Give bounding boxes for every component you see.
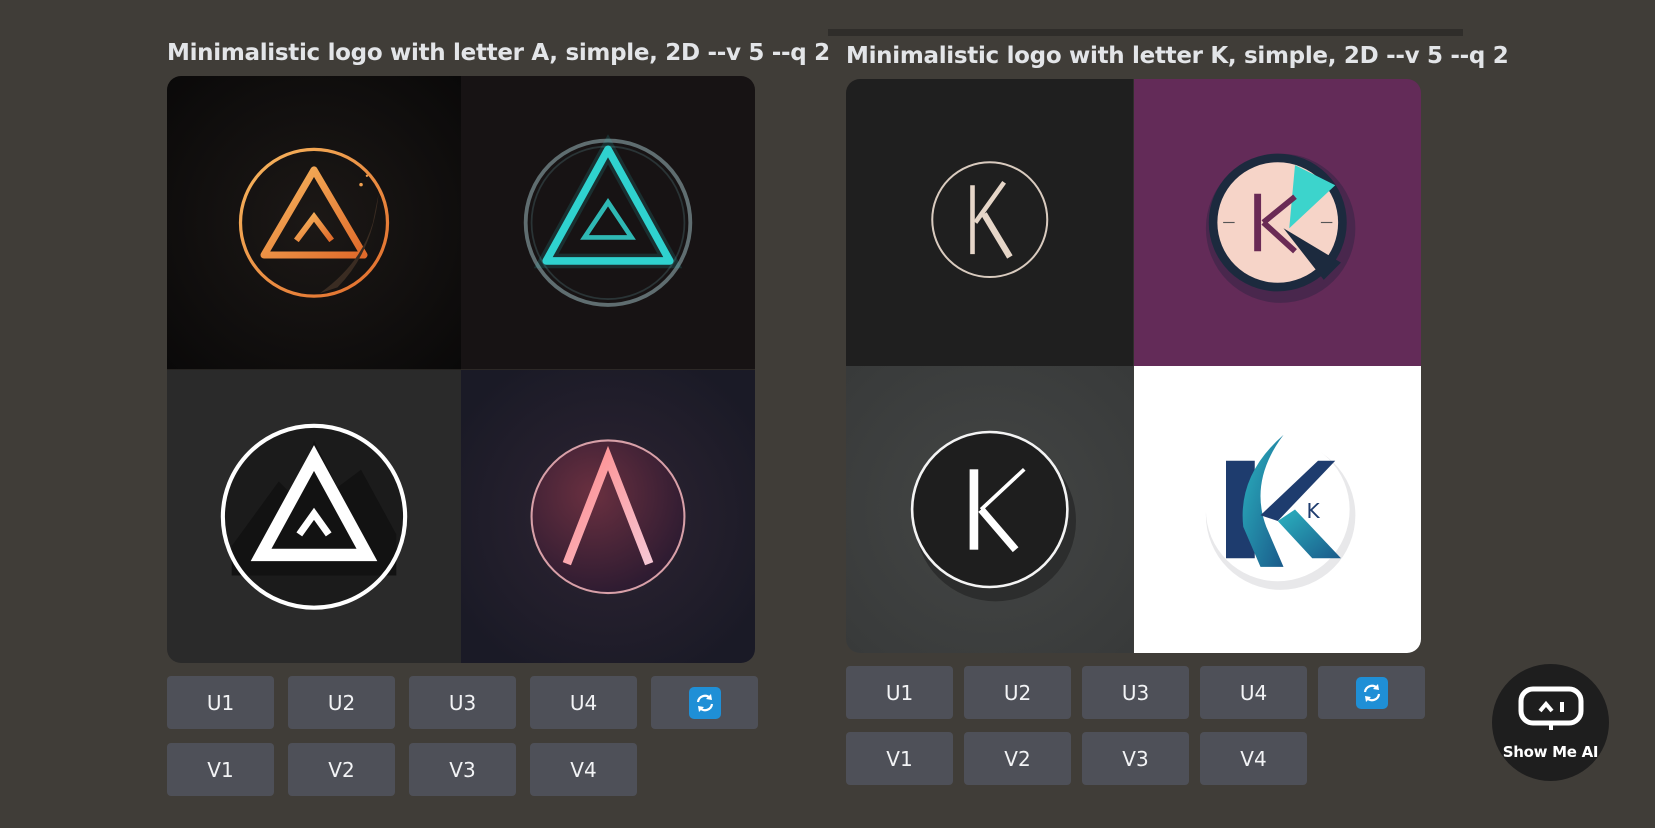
variation-3-button[interactable]: V3	[1082, 732, 1189, 785]
refresh-icon	[688, 686, 721, 719]
upscale-4-button[interactable]: U4	[530, 676, 637, 729]
grid-image-1[interactable]	[846, 79, 1134, 366]
message-post-letter-k: Minimalistic logo with letter K, simple,…	[846, 0, 1509, 828]
grid-image-3[interactable]	[846, 366, 1134, 653]
watermark-text: Show Me AI	[1502, 743, 1599, 761]
grid-image-3[interactable]	[167, 369, 461, 663]
upscale-1-button[interactable]: U1	[846, 666, 953, 719]
reroll-button[interactable]	[651, 676, 758, 729]
variation-2-button[interactable]: V2	[964, 732, 1071, 785]
grid-image-1[interactable]	[167, 76, 461, 370]
image-grid[interactable]	[167, 76, 755, 663]
variation-2-button[interactable]: V2	[288, 743, 395, 796]
refresh-icon	[1355, 676, 1388, 709]
variation-4-button[interactable]: V4	[530, 743, 637, 796]
prompt-text: Minimalistic logo with letter K, simple,…	[846, 43, 1509, 69]
variation-1-button[interactable]: V1	[846, 732, 953, 785]
upscale-3-button[interactable]: U3	[1082, 666, 1189, 719]
image-grid[interactable]: K	[846, 79, 1421, 653]
grid-image-4[interactable]	[461, 369, 755, 663]
upscale-button-row: U1 U2 U3 U4	[846, 666, 1425, 719]
grid-image-2[interactable]	[461, 76, 755, 370]
upscale-4-button[interactable]: U4	[1200, 666, 1307, 719]
message-post-letter-a: Minimalistic logo with letter A, simple,…	[167, 0, 830, 828]
upscale-button-row: U1 U2 U3 U4	[167, 676, 758, 729]
upscale-1-button[interactable]: U1	[167, 676, 274, 729]
grid-image-4[interactable]: K	[1133, 366, 1421, 653]
upscale-3-button[interactable]: U3	[409, 676, 516, 729]
prompt-text: Minimalistic logo with letter A, simple,…	[167, 40, 830, 66]
variation-1-button[interactable]: V1	[167, 743, 274, 796]
variation-3-button[interactable]: V3	[409, 743, 516, 796]
robot-monitor-icon	[1518, 686, 1583, 730]
grid-image-2[interactable]	[1133, 79, 1421, 366]
upscale-2-button[interactable]: U2	[964, 666, 1071, 719]
variation-button-row: V1 V2 V3 V4	[167, 743, 637, 796]
variation-button-row: V1 V2 V3 V4	[846, 732, 1307, 785]
show-me-ai-badge: Show Me AI	[1492, 664, 1609, 781]
upscale-2-button[interactable]: U2	[288, 676, 395, 729]
variation-4-button[interactable]: V4	[1200, 732, 1307, 785]
svg-text:K: K	[1306, 499, 1320, 523]
reroll-button[interactable]	[1318, 666, 1425, 719]
